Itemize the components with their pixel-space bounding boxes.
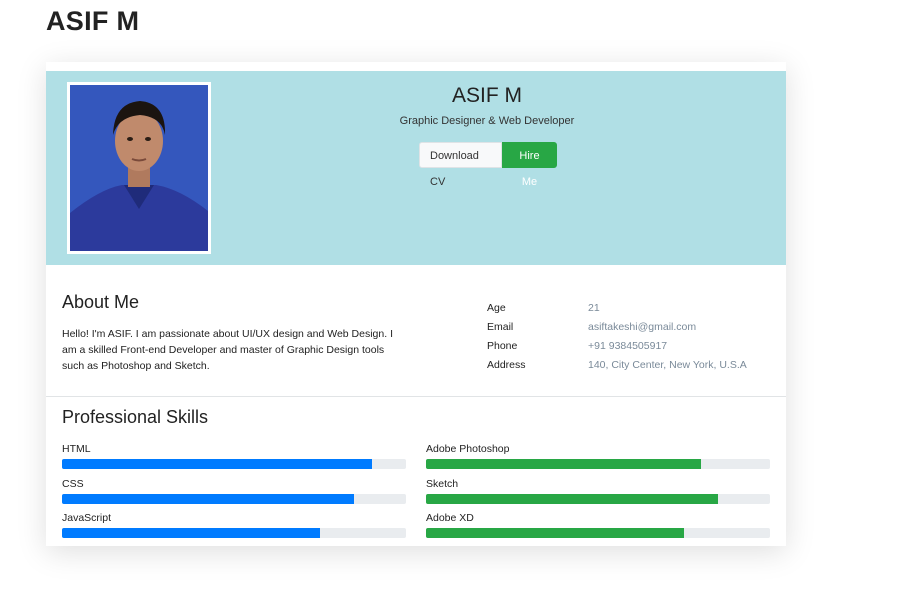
info-value: 21: [588, 302, 600, 314]
skill-bar-fill: [62, 528, 320, 538]
profile-card: ASIF M Graphic Designer & Web Developer …: [46, 62, 786, 546]
skill-name: JavaScript: [62, 512, 112, 524]
skill-bar-track: [426, 528, 770, 538]
info-value: asiftakeshi@gmail.com: [588, 321, 697, 333]
skill-bar-track: [426, 494, 770, 504]
skill-name: Sketch: [426, 478, 459, 490]
download-cv-button[interactable]: Download CV: [419, 142, 502, 188]
skill-css: CSS: [62, 477, 406, 504]
info-key: Phone: [487, 340, 518, 352]
info-key: Age: [487, 302, 506, 314]
skill-bar-fill: [62, 459, 372, 469]
profile-name: ASIF M: [451, 84, 522, 107]
skill-sketch: Sketch: [426, 477, 770, 504]
hire-me-button[interactable]: Hire Me: [502, 142, 557, 188]
skill-adobe-xd: Adobe XD: [426, 511, 770, 538]
info-key: Address: [487, 359, 526, 371]
skill-bar-track: [62, 528, 406, 538]
skill-photoshop: Adobe Photoshop: [426, 442, 770, 469]
about-text: Hello! I'm ASIF. I am passionate about U…: [62, 328, 393, 372]
page-title: ASIF M: [46, 6, 140, 36]
skills-title: Professional Skills: [62, 407, 209, 427]
skill-bar-fill: [62, 494, 355, 504]
skill-name: Adobe XD: [426, 512, 474, 524]
skill-bar-track: [62, 459, 406, 469]
info-row-email: Email asiftakeshi@gmail.com: [487, 318, 747, 337]
profile-header: ASIF M Graphic Designer & Web Developer …: [46, 71, 786, 265]
skill-bar-fill: [426, 494, 719, 504]
skill-bar-fill: [426, 528, 684, 538]
skill-bar-track: [62, 494, 406, 504]
section-divider: [46, 396, 786, 397]
skill-bar-fill: [426, 459, 702, 469]
skill-name: Adobe Photoshop: [426, 443, 510, 455]
skill-name: CSS: [62, 478, 84, 490]
info-row-age: Age 21: [487, 299, 747, 318]
skill-name: HTML: [62, 443, 91, 455]
info-value: +91 9384505917: [588, 340, 668, 352]
info-row-address: Address 140, City Center, New York, U.S.A: [487, 356, 747, 375]
skill-bar-track: [426, 459, 770, 469]
info-key: Email: [487, 321, 514, 333]
info-value: 140, City Center, New York, U.S.A: [588, 359, 747, 371]
about-title: About Me: [62, 292, 140, 312]
skill-html: HTML: [62, 442, 406, 469]
info-row-phone: Phone +91 9384505917: [487, 337, 747, 356]
skill-javascript: JavaScript: [62, 511, 406, 538]
personal-info: Age 21 Email asiftakeshi@gmail.com Phone +9…: [487, 299, 747, 375]
profile-role: Graphic Designer & Web Developer: [399, 115, 575, 127]
